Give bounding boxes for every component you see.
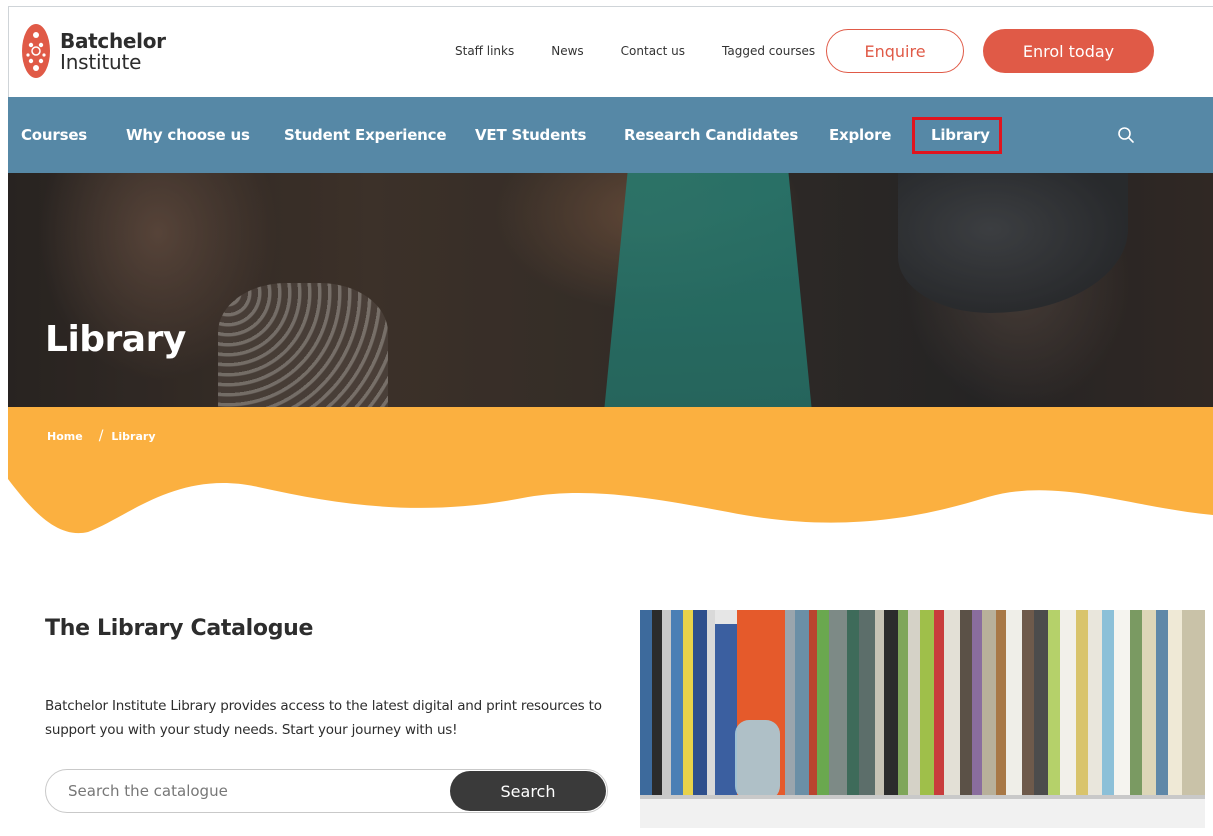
brand-name-line1: Batchelor [60, 28, 166, 53]
catalogue-search-input[interactable] [68, 770, 448, 812]
catalogue-search-form: Search [45, 769, 608, 813]
enrol-today-button[interactable]: Enrol today [983, 29, 1154, 73]
utility-link-news[interactable]: News [551, 44, 583, 58]
hero-banner: Library [8, 173, 1213, 407]
nav-item-why-choose-us[interactable]: Why choose us [126, 97, 250, 173]
breadcrumb-separator: / [98, 428, 104, 444]
catalogue-search-button[interactable]: Search [450, 771, 606, 811]
breadcrumb-current: Library [111, 429, 156, 443]
enquire-button[interactable]: Enquire [826, 29, 964, 73]
breadcrumb-wave-band [8, 407, 1213, 534]
catalogue-description: Batchelor Institute Library provides acc… [45, 698, 602, 738]
utility-nav: Staff links News Contact us Tagged cours… [455, 44, 815, 58]
breadcrumb: Home / Library [47, 428, 156, 444]
utility-link-tagged-courses[interactable]: Tagged courses [722, 44, 815, 58]
nav-item-courses[interactable]: Courses [21, 97, 87, 173]
nav-item-student-experience[interactable]: Student Experience [284, 97, 447, 173]
catalogue-heading: The Library Catalogue [45, 616, 314, 641]
search-icon[interactable] [1116, 125, 1136, 145]
utility-link-contact-us[interactable]: Contact us [621, 44, 685, 58]
brand-logo[interactable]: Batchelor Institute [22, 23, 166, 79]
nav-item-research-candidates[interactable]: Research Candidates [624, 97, 798, 173]
bookshelf-image [640, 610, 1205, 828]
brand-name-line2: Institute [60, 49, 142, 74]
page-title: Library [45, 319, 186, 360]
nav-item-vet-students[interactable]: VET Students [475, 97, 586, 173]
site-header: Batchelor Institute Staff links News Con… [8, 6, 1213, 97]
utility-link-staff-links[interactable]: Staff links [455, 44, 514, 58]
brand-wordmark: Batchelor Institute [60, 31, 166, 72]
bookshelf-photo [640, 610, 1205, 828]
breadcrumb-home[interactable]: Home [47, 430, 83, 443]
hero-photo-overlay [8, 173, 1213, 407]
batchelor-logo-icon [22, 24, 50, 78]
main-nav: Courses Why choose us Student Experience… [8, 97, 1213, 173]
nav-item-library[interactable]: Library [931, 97, 990, 173]
nav-item-explore[interactable]: Explore [829, 97, 891, 173]
